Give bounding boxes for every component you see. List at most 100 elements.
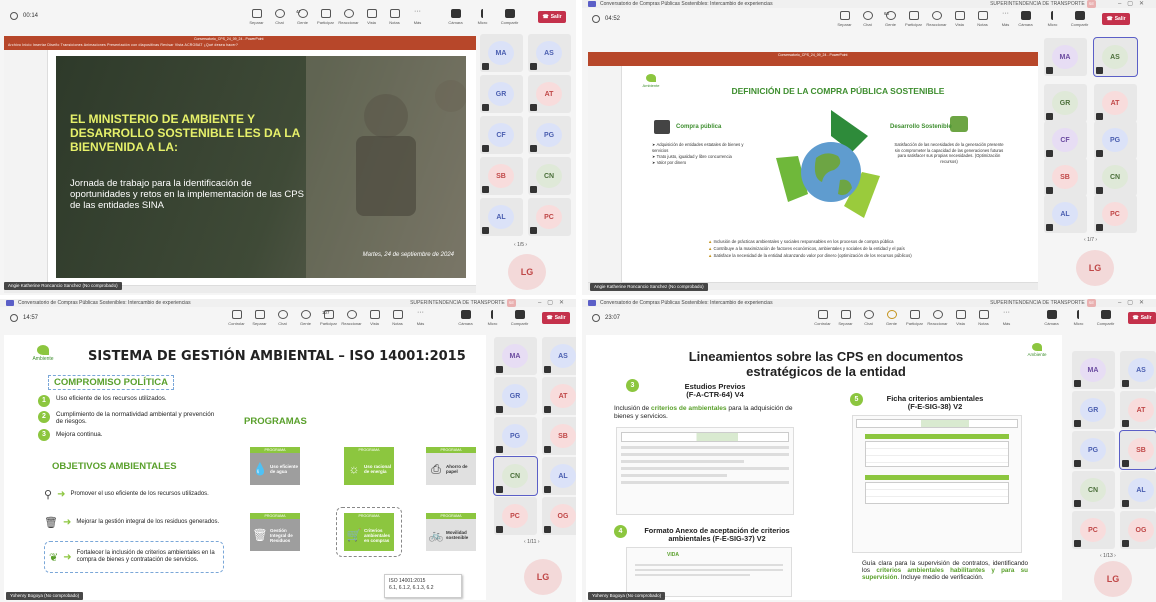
separate-button[interactable]: Separar: [246, 9, 267, 25]
mic-icon: [480, 9, 485, 18]
share-button[interactable]: Compartir: [498, 9, 521, 25]
leave-button[interactable]: ☎ Salir: [542, 312, 570, 324]
leave-button[interactable]: ☎ Salir: [1128, 312, 1156, 324]
participant-tile[interactable]: OG: [542, 497, 576, 535]
mic-off-icon: [1122, 500, 1129, 507]
participant-tile[interactable]: MA: [480, 34, 523, 72]
participant-tile[interactable]: PC: [1072, 511, 1115, 549]
participant-tile[interactable]: GR: [1072, 391, 1115, 429]
more-button[interactable]: ··· Más: [996, 309, 1017, 326]
view-button[interactable]: Vista: [361, 9, 382, 25]
camera-button[interactable]: Cámara: [1014, 11, 1037, 27]
participant-tile[interactable]: AL: [1120, 471, 1156, 509]
participant-tile[interactable]: CN: [493, 456, 538, 496]
view-button[interactable]: Vista: [950, 310, 971, 326]
gallery-pager[interactable]: ‹ 1/13 ›: [1100, 553, 1116, 559]
chat-button[interactable]: Chat: [272, 310, 293, 326]
participant-tile[interactable]: AS: [528, 34, 571, 72]
control-button[interactable]: Controlar: [226, 310, 247, 326]
separate-button[interactable]: Separar: [249, 310, 270, 326]
share-icon: [504, 9, 515, 18]
mic-button[interactable]: Micro: [1041, 11, 1064, 27]
participant-tile[interactable]: MA: [1072, 351, 1115, 389]
camera-button[interactable]: Cámara: [444, 9, 467, 25]
participant-tile[interactable]: AL: [542, 457, 576, 495]
participant-tile[interactable]: AT: [542, 377, 576, 415]
participant-tile[interactable]: SB: [1119, 430, 1156, 470]
camera-button[interactable]: Cámara: [1040, 310, 1063, 326]
participant-tile[interactable]: GR: [480, 75, 523, 113]
participant-tile[interactable]: PG: [1072, 431, 1115, 469]
leave-button[interactable]: ☎ Salir: [1102, 13, 1130, 25]
gallery-pager[interactable]: ‹ 1/7 ›: [1084, 237, 1097, 243]
participant-tile[interactable]: GR: [494, 377, 537, 415]
mic-button[interactable]: Micro: [471, 9, 494, 25]
participant-tile[interactable]: AS: [1093, 37, 1138, 77]
participant-tile[interactable]: AS: [1120, 351, 1156, 389]
participant-tile[interactable]: AT: [1120, 391, 1156, 429]
participant-tile[interactable]: PG: [494, 417, 537, 455]
participant-tile[interactable]: AS: [542, 337, 576, 375]
participant-tile[interactable]: SB: [1044, 158, 1087, 196]
participant-tile[interactable]: PG: [1094, 121, 1137, 159]
gallery-pager[interactable]: ‹ 1/11 ›: [524, 539, 540, 545]
meeting-toolbar: 14:57 Controlar Separar Chat Gente Parti…: [0, 307, 576, 333]
raise-hand-button[interactable]: Participar: [315, 9, 336, 25]
react-button[interactable]: Reaccionar: [927, 310, 948, 326]
share-button[interactable]: Compartir: [1094, 310, 1117, 326]
window-controls[interactable]: –▢✕: [1118, 0, 1150, 8]
window-controls[interactable]: –▢✕: [1118, 299, 1150, 307]
chat-button[interactable]: Chat: [269, 9, 290, 25]
mic-button[interactable]: Micro: [1067, 310, 1090, 326]
participant-tile[interactable]: AT: [528, 75, 571, 113]
participant-tile[interactable]: CN: [1094, 158, 1137, 196]
share-button[interactable]: Compartir: [508, 310, 531, 326]
participant-tile[interactable]: CN: [1072, 471, 1115, 509]
participant-tile[interactable]: OG: [1120, 511, 1156, 549]
more-button[interactable]: ··· Más: [407, 8, 428, 25]
participant-tile[interactable]: AT: [1094, 84, 1137, 122]
gallery-pager[interactable]: ‹ 1/5 ›: [514, 242, 527, 248]
chat-button[interactable]: Chat: [858, 310, 879, 326]
more-button[interactable]: ··· Más: [410, 309, 431, 326]
list-item: 3 Mejora continua.: [38, 429, 218, 441]
participant-tile[interactable]: PC: [1094, 195, 1137, 233]
react-button[interactable]: Reaccionar: [341, 310, 362, 326]
participant-tile[interactable]: GR: [1044, 84, 1087, 122]
participant-tile[interactable]: SB: [480, 157, 523, 195]
notes-button[interactable]: Notas: [387, 310, 408, 326]
participant-tile[interactable]: AL: [1044, 195, 1087, 233]
camera-button[interactable]: Cámara: [454, 310, 477, 326]
people-button[interactable]: Gente: [295, 310, 316, 326]
react-button[interactable]: Reaccionar: [338, 9, 359, 25]
participant-tile[interactable]: CF: [480, 116, 523, 154]
separate-button[interactable]: Separar: [835, 310, 856, 326]
window-controls[interactable]: –▢✕: [538, 299, 570, 307]
participant-tile[interactable]: PG: [528, 116, 571, 154]
control-button[interactable]: Controlar: [812, 310, 833, 326]
participant-tile[interactable]: MA: [494, 337, 537, 375]
notes-button[interactable]: Notas: [384, 9, 405, 25]
leave-button[interactable]: ☎ Salir: [538, 11, 566, 23]
share-button[interactable]: Compartir: [1068, 11, 1091, 27]
chat-button[interactable]: Chat: [857, 11, 878, 27]
mic-off-icon: [496, 526, 503, 533]
mic-button[interactable]: Micro: [481, 310, 504, 326]
raise-hand-button[interactable]: Participar: [903, 11, 924, 27]
participant-tile[interactable]: CN: [528, 157, 571, 195]
separate-button[interactable]: Separar: [834, 11, 855, 27]
raise-hand-button[interactable]: Participar: [904, 310, 925, 326]
participant-tile[interactable]: PC: [494, 497, 537, 535]
participant-tile[interactable]: AL: [480, 198, 523, 236]
react-button[interactable]: Reaccionar: [926, 11, 947, 27]
more-button[interactable]: ··· Más: [995, 10, 1016, 27]
participant-tile[interactable]: MA: [1044, 38, 1087, 76]
view-button[interactable]: Vista: [949, 11, 970, 27]
view-button[interactable]: Vista: [364, 310, 385, 326]
participant-tile[interactable]: SB: [542, 417, 576, 455]
notes-button[interactable]: Notas: [972, 11, 993, 27]
notes-button[interactable]: Notas: [973, 310, 994, 326]
participant-tile[interactable]: PC: [528, 198, 571, 236]
participant-tile[interactable]: CF: [1044, 121, 1087, 159]
people-button[interactable]: Gente: [881, 310, 902, 326]
